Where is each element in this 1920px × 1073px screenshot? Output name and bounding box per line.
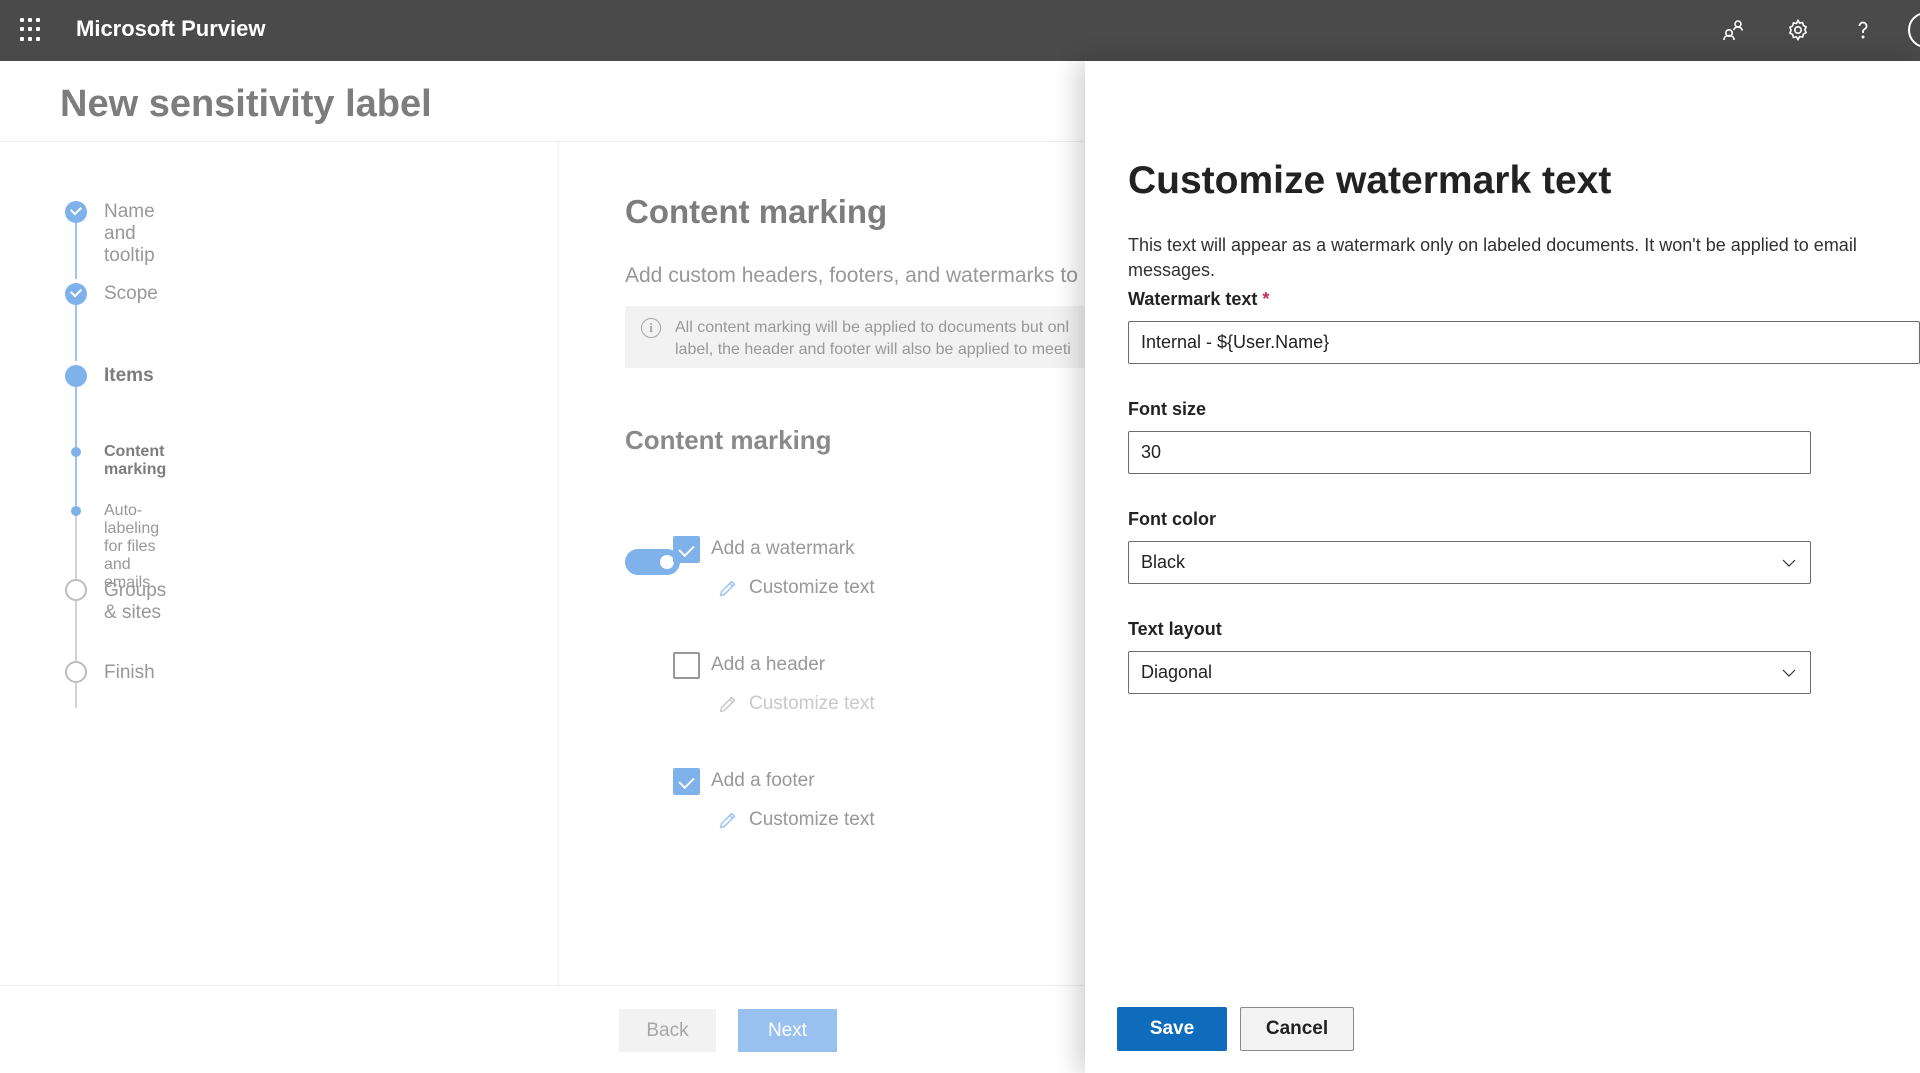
content-marking-toggle[interactable] — [625, 549, 680, 575]
info-text: All content marking will be applied to d… — [675, 317, 1071, 361]
footer-divider — [0, 985, 1085, 986]
substep-current-icon — [71, 447, 81, 457]
nav-divider — [558, 141, 559, 986]
next-button[interactable]: Next — [738, 1009, 837, 1052]
text-layout-dropdown[interactable]: Diagonal — [1128, 651, 1811, 694]
header-checkbox[interactable] — [673, 652, 700, 679]
step-connector — [75, 387, 77, 505]
info-message: i All content marking will be applied to… — [625, 306, 1095, 368]
page-title: New sensitivity label — [60, 83, 432, 125]
substep-icon — [71, 506, 81, 516]
font-color-dropdown[interactable]: Black — [1128, 541, 1811, 584]
step-pending-icon — [65, 661, 87, 683]
watermark-text-input[interactable] — [1128, 321, 1920, 364]
customize-watermark-panel: Customize watermark text This text will … — [1085, 61, 1920, 1073]
step-items[interactable]: Items — [104, 365, 154, 387]
community-icon[interactable] — [1718, 15, 1748, 45]
watermark-checkbox[interactable] — [673, 536, 700, 563]
info-line: label, the header and footer will also b… — [675, 341, 1071, 358]
customize-watermark-link[interactable]: Customize text — [717, 577, 875, 599]
step-connector — [75, 223, 77, 279]
footer-checkbox-label[interactable]: Add a footer — [711, 770, 815, 792]
top-bar: Microsoft Purview M — [0, 0, 1920, 61]
step-auto-labeling[interactable]: Auto-labeling for files and emails — [104, 502, 159, 592]
panel-description: This text will appear as a watermark onl… — [1128, 235, 1857, 280]
back-button[interactable]: Back — [619, 1009, 716, 1052]
customize-header-link: Customize text — [717, 693, 875, 715]
font-color-value: Black — [1141, 552, 1186, 572]
text-layout-value: Diagonal — [1141, 662, 1213, 682]
step-content-marking[interactable]: Content marking — [104, 443, 166, 479]
avatar[interactable]: M — [1908, 12, 1920, 48]
watermark-checkbox-label[interactable]: Add a watermark — [711, 538, 855, 560]
customize-text-label: Customize text — [749, 693, 875, 714]
help-icon[interactable] — [1848, 15, 1878, 45]
step-done-icon — [65, 283, 87, 305]
content-description: Add custom headers, footers, and waterma… — [625, 264, 1078, 287]
edit-icon — [719, 812, 736, 829]
step-done-icon — [65, 201, 87, 223]
header-divider — [0, 141, 1085, 142]
customize-text-label[interactable]: Customize text — [749, 577, 875, 599]
font-size-input[interactable] — [1128, 431, 1811, 474]
font-color-label: Font color — [1128, 509, 1216, 529]
step-pending-icon — [65, 579, 87, 601]
customize-text-label[interactable]: Customize text — [749, 809, 875, 831]
cancel-button[interactable]: Cancel — [1240, 1007, 1354, 1051]
chevron-down-icon — [1782, 669, 1796, 677]
step-scope[interactable]: Scope — [104, 283, 158, 305]
info-line: All content marking will be applied to d… — [675, 319, 1069, 336]
content-heading: Content marking — [625, 193, 888, 230]
app-title[interactable]: Microsoft Purview — [76, 16, 265, 42]
watermark-text-label: Watermark text * — [1128, 289, 1269, 310]
step-current-icon — [65, 365, 87, 387]
gear-icon[interactable] — [1783, 15, 1813, 45]
step-groups-and-sites[interactable]: Groups & sites — [104, 580, 166, 624]
step-connector — [75, 305, 77, 361]
panel-title: Customize watermark text — [1128, 159, 1612, 202]
save-button[interactable]: Save — [1117, 1007, 1227, 1051]
chevron-down-icon — [1782, 559, 1796, 567]
step-connector — [75, 608, 77, 708]
step-finish[interactable]: Finish — [104, 662, 155, 684]
app-launcher-icon[interactable] — [20, 18, 44, 42]
step-name-and-tooltip[interactable]: Name and tooltip — [104, 201, 155, 267]
customize-footer-link[interactable]: Customize text — [717, 809, 875, 831]
font-size-label: Font size — [1128, 399, 1207, 419]
text-layout-label: Text layout — [1128, 619, 1222, 639]
header-checkbox-label[interactable]: Add a header — [711, 654, 825, 676]
required-marker: * — [1262, 289, 1270, 309]
section-heading: Content marking — [625, 425, 832, 455]
footer-checkbox[interactable] — [673, 768, 700, 795]
edit-icon — [719, 696, 736, 713]
edit-icon — [719, 580, 736, 597]
info-icon: i — [641, 318, 661, 338]
watermark-text-label-text: Watermark text — [1128, 289, 1258, 309]
